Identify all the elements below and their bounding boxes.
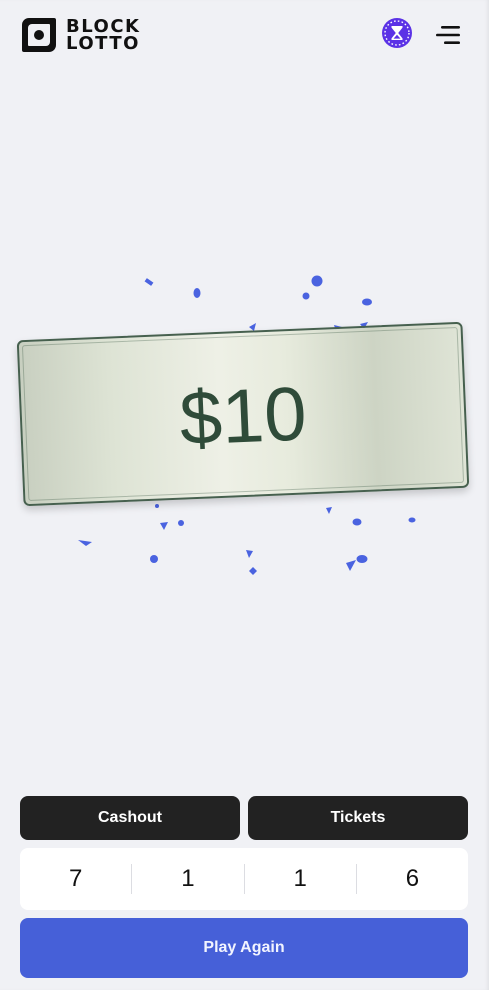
block-lotto-logo-icon xyxy=(22,18,56,52)
header: BLOCK LOTTO xyxy=(0,0,489,70)
tickets-button[interactable]: Tickets xyxy=(248,796,468,840)
drawn-numbers: 7 1 1 6 xyxy=(20,848,468,910)
cashout-button[interactable]: Cashout xyxy=(20,796,240,840)
brand-logo[interactable]: BLOCK LOTTO xyxy=(20,16,141,54)
brand-line-2: LOTTO xyxy=(66,33,140,54)
hamburger-menu-icon[interactable] xyxy=(434,24,462,46)
drawn-number: 6 xyxy=(355,864,468,894)
drawn-number: 7 xyxy=(68,865,83,892)
drawn-number: 1 xyxy=(243,864,356,894)
action-row: Cashout Tickets xyxy=(20,796,468,840)
brand-wordmark: BLOCK LOTTO xyxy=(66,18,141,54)
play-again-button[interactable]: Play Again xyxy=(20,918,468,978)
drawn-number: 1 xyxy=(131,864,243,894)
prize-stage: $10 xyxy=(0,250,489,610)
app-screen: BLOCK LOTTO $10 Cashout Tickets 7 1 1 6 … xyxy=(0,0,489,990)
prize-bill: $10 xyxy=(16,321,470,507)
hourglass-avatar-icon[interactable] xyxy=(382,18,412,48)
